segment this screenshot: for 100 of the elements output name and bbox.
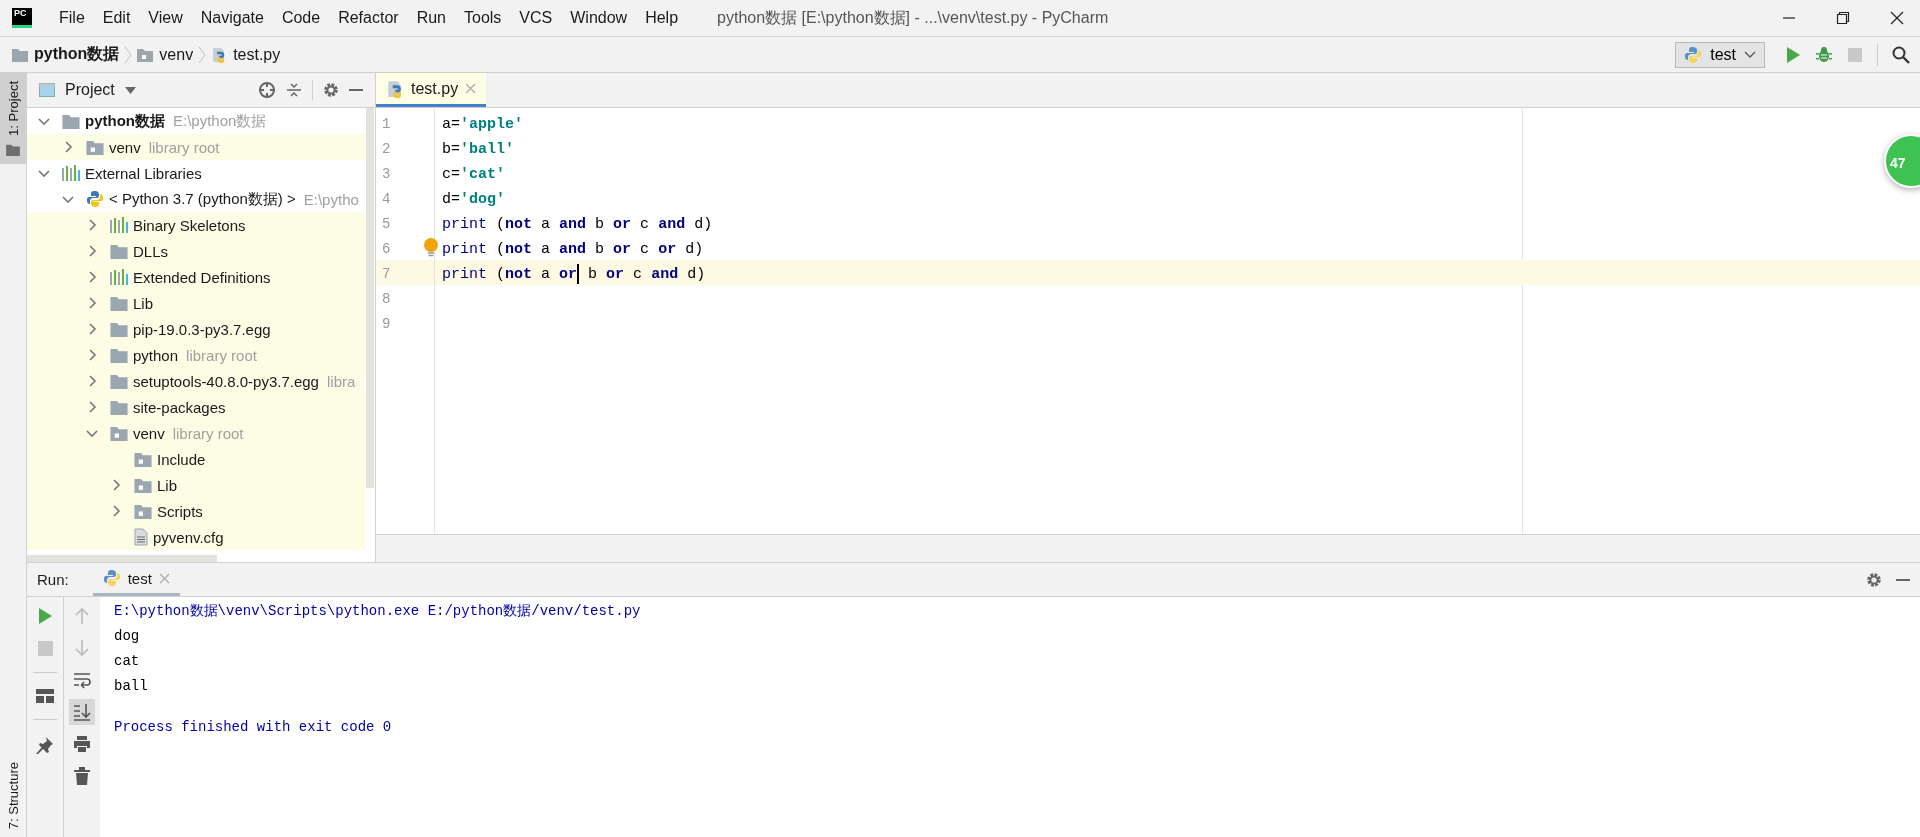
tree-item[interactable]: python library root: [27, 342, 365, 368]
item-name: site-packages: [133, 398, 226, 416]
file-icon: [134, 528, 148, 546]
panel-title: Run:: [37, 571, 69, 588]
tree-item[interactable]: Lib: [27, 472, 365, 498]
code-line: print (not a or b or c and d): [442, 266, 706, 283]
python-icon: [102, 569, 121, 587]
folder-icon: [86, 139, 104, 155]
editor-tab[interactable]: test.py: [376, 73, 487, 107]
pin-icon[interactable]: [36, 736, 54, 754]
item-name: Include: [157, 450, 206, 468]
chevron-icon: [198, 44, 207, 65]
menu-item[interactable]: Navigate: [191, 9, 273, 27]
library-icon: [62, 165, 80, 181]
tree-item[interactable]: Scripts: [27, 498, 365, 524]
run-icon[interactable]: [37, 607, 53, 625]
breadcrumb[interactable]: venv: [137, 45, 194, 64]
folder-icon: [12, 47, 28, 62]
item-name: External Libraries: [85, 164, 202, 182]
console-line: cat: [114, 652, 141, 671]
scroll-to-end-icon[interactable]: [69, 699, 95, 725]
item-name: < Python 3.7 (python数据) >: [109, 189, 296, 209]
minimize-icon[interactable]: [349, 88, 363, 92]
item-name: Extended Definitions: [133, 268, 271, 286]
line-number: 5: [381, 215, 391, 234]
folder-icon: [110, 347, 128, 363]
breadcrumb[interactable]: python数据: [12, 44, 120, 65]
item-name: setuptools-40.8.0-py3.7.egg: [133, 372, 319, 390]
bug-icon[interactable]: [1815, 45, 1833, 64]
line-number: 8: [381, 290, 391, 309]
breadcrumb[interactable]: test.py: [211, 45, 281, 64]
menu-item[interactable]: View: [139, 9, 192, 27]
tree-item[interactable]: Binary Skeletons: [27, 212, 365, 238]
menu-item[interactable]: Tools: [455, 9, 511, 27]
tree-item[interactable]: pyvenv.cfg: [27, 524, 365, 550]
tree-item[interactable]: Lib: [27, 290, 365, 316]
caret-icon[interactable]: [124, 86, 136, 94]
collapse-icon[interactable]: [286, 82, 302, 98]
library-icon: [110, 269, 128, 285]
menu-item[interactable]: Code: [272, 9, 330, 27]
side-tab[interactable]: 7: Structure: [0, 753, 26, 837]
restore-icon[interactable]: [1836, 11, 1850, 25]
layout-icon[interactable]: [36, 689, 54, 703]
item-name: Scripts: [157, 502, 203, 520]
menu-item[interactable]: Window: [561, 9, 637, 27]
run-icon[interactable]: [1785, 45, 1801, 64]
item-hint: library root: [148, 138, 220, 156]
run-config-dropdown[interactable]: test: [1675, 41, 1765, 68]
line-number: 2: [381, 140, 391, 159]
menu-item[interactable]: Refactor: [329, 9, 408, 27]
line-number: 9: [381, 315, 391, 334]
item-hint: E:\python数据: [173, 111, 267, 131]
side-tab[interactable]: 1: Project: [0, 73, 26, 164]
item-name: Lib: [133, 294, 154, 312]
item-name: Lib: [157, 476, 178, 494]
item-name: pyvenv.cfg: [153, 528, 224, 546]
tree-item[interactable]: Include: [27, 446, 365, 472]
folder-icon: [137, 47, 154, 62]
settings-icon[interactable]: [323, 82, 339, 98]
line-number: 1: [381, 115, 391, 134]
scrollbar-thumb[interactable]: [27, 555, 217, 562]
tree-item[interactable]: venv library root: [27, 420, 365, 446]
folder-icon: [134, 451, 152, 467]
line-number: 6: [381, 240, 391, 259]
menu-item[interactable]: VCS: [510, 9, 562, 27]
chevron-icon: [124, 44, 133, 65]
code-line: a='apple': [442, 116, 524, 133]
item-name: python数据: [85, 111, 165, 131]
menu-item[interactable]: Help: [636, 9, 688, 27]
scrollbar-thumb[interactable]: [366, 108, 374, 488]
tree-item[interactable]: venv library root: [27, 134, 365, 160]
console-line: dog: [114, 627, 141, 646]
crosshair-icon[interactable]: [258, 81, 276, 99]
folder-icon: [6, 143, 20, 156]
tree-item[interactable]: setuptools-40.8.0-py3.7.egg libra: [27, 368, 365, 394]
panel-title[interactable]: Project: [65, 81, 115, 99]
tree-item[interactable]: site-packages: [27, 394, 365, 420]
item-name: pip-19.0.3-py3.7.egg: [133, 320, 271, 338]
settings-icon[interactable]: [1866, 571, 1882, 588]
folder-icon: [110, 373, 128, 389]
python-file-icon: [386, 79, 404, 98]
menu-item[interactable]: Edit: [93, 9, 140, 27]
menu-item[interactable]: File: [50, 9, 94, 27]
code-line: print (not a and b or c and d): [442, 216, 713, 233]
tree-item[interactable]: pip-19.0.3-py3.7.egg: [27, 316, 365, 342]
code-line: d='dog': [442, 191, 506, 208]
code-line: b='ball': [442, 141, 515, 158]
folder-icon: [110, 399, 128, 415]
folder-icon: [110, 295, 128, 311]
console-line: Process finished with exit code 0: [114, 718, 393, 737]
search-icon[interactable]: [1892, 45, 1910, 64]
code-line: print (not a and b or c or d): [442, 241, 704, 258]
window-icon: [39, 83, 55, 97]
item-hint: library root: [172, 424, 244, 442]
folder-icon: [62, 113, 80, 129]
menu-item[interactable]: Run: [407, 9, 455, 27]
tree-item[interactable]: DLLs: [27, 238, 365, 264]
close-icon[interactable]: [1890, 11, 1904, 25]
tree-item[interactable]: Extended Definitions: [27, 264, 365, 290]
console-line: E:\python数据\venv\Scripts\python.exe E:/python数据/venv/test.py: [114, 602, 642, 621]
